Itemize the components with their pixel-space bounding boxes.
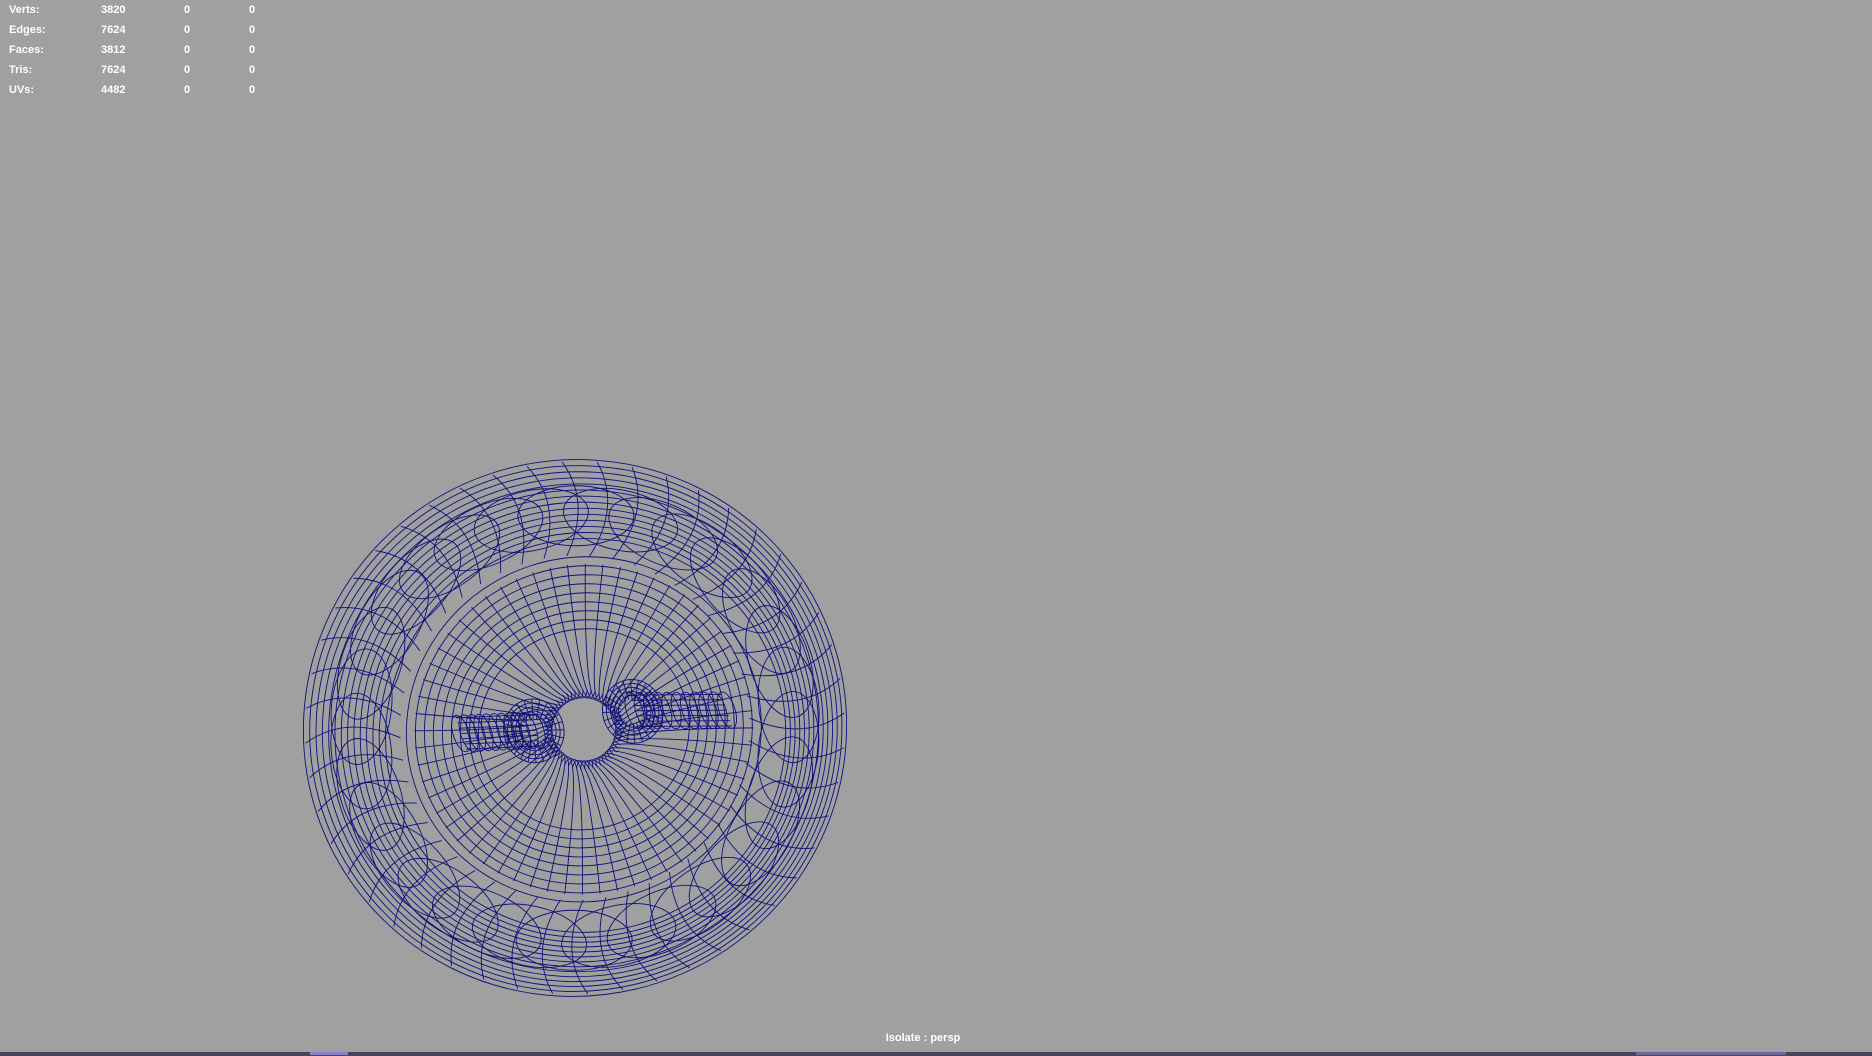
dish-edge (485, 596, 580, 700)
rim-edge (746, 677, 841, 702)
dish-edge (614, 644, 732, 729)
rim-edge (511, 896, 539, 990)
isolate-camera-label: Isolate : persp (885, 1032, 961, 1044)
rim-edge (668, 871, 722, 952)
dish-edge (588, 759, 683, 863)
dish-edge (580, 760, 652, 881)
rim-edge (739, 784, 829, 819)
rim-loop (561, 903, 677, 968)
dish-edge (515, 578, 588, 699)
dish-edge (606, 747, 745, 780)
rim-ring (334, 489, 824, 973)
rim-ring (340, 495, 819, 968)
dish-edge (598, 567, 621, 705)
border-highlight (310, 1052, 348, 1055)
viewport-bottom-border (0, 1052, 1872, 1056)
rim-loop (433, 497, 544, 572)
rim-loop (398, 514, 501, 600)
rim-ring (366, 519, 801, 948)
wireframe-group (302, 459, 848, 997)
dish-edge (560, 756, 574, 895)
rim-edge (311, 667, 405, 694)
button-mesh-wireframe[interactable] (0, 0, 1872, 1052)
dish-edge (612, 727, 754, 749)
rim-ring (359, 513, 805, 953)
thread-edge (631, 699, 724, 701)
rim-edge (400, 525, 463, 598)
dish-edge (546, 754, 570, 892)
dish-ring (423, 574, 744, 885)
dish-edge (428, 725, 553, 799)
3d-viewport[interactable]: Verts: 3820 0 0 Edges: 7624 0 0 Faces: 3… (0, 0, 1872, 1052)
dish-edge (422, 679, 561, 712)
rim-edge (450, 881, 496, 966)
dish-edge (604, 750, 739, 796)
border-highlight (1636, 1052, 1786, 1055)
